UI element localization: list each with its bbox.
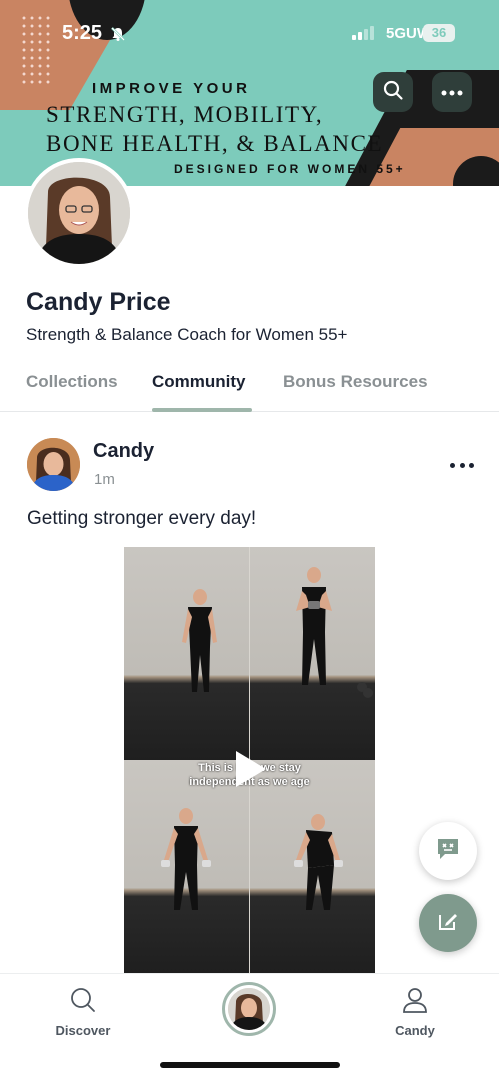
tab-bonus-resources[interactable]: Bonus Resources [283, 372, 428, 392]
nav-discover[interactable]: Discover [38, 986, 128, 1038]
nav-label: Candy [395, 1023, 435, 1038]
person-icon [401, 988, 429, 1018]
chat-bubble-icon [435, 836, 461, 867]
profile-avatar[interactable] [24, 158, 134, 268]
banner-line: BONE HEALTH, & BALANCE [46, 131, 384, 156]
avatar [228, 988, 270, 1030]
nav-profile[interactable]: Candy [370, 986, 460, 1038]
video-frame [124, 760, 249, 973]
active-tab-indicator [152, 408, 252, 412]
profile-tabs: Collections Community Bonus Resources [0, 370, 499, 412]
post-text: Getting stronger every day! [27, 508, 257, 529]
home-indicator [160, 1062, 340, 1068]
status-bar: 5:25 5GUW 36 [0, 22, 499, 46]
ellipsis-icon [450, 462, 455, 468]
search-icon [69, 988, 97, 1018]
video-frame [250, 547, 375, 760]
search-button[interactable] [373, 72, 413, 112]
nav-community-avatar[interactable] [222, 982, 276, 1036]
tab-collections[interactable]: Collections [26, 372, 118, 392]
ellipsis-dot [469, 462, 474, 468]
avatar [28, 162, 130, 264]
profile-tagline: Strength & Balance Coach for Women 55+ [26, 325, 348, 344]
banner-line: STRENGTH, MOBILITY, [46, 102, 324, 127]
bell-muted-icon [110, 26, 126, 47]
play-icon[interactable] [232, 749, 268, 794]
compose-post-button[interactable] [419, 894, 477, 952]
tab-community[interactable]: Community [152, 372, 246, 392]
video-frame [250, 760, 375, 973]
signal-icon [352, 26, 378, 45]
compose-icon [436, 909, 460, 938]
status-time: 5:25 [62, 22, 103, 44]
post-timestamp: 1m [94, 471, 115, 488]
search-icon [382, 79, 404, 106]
ellipsis-icon [441, 83, 463, 101]
post-author-name[interactable]: Candy [93, 440, 154, 463]
nav-label: Discover [55, 1023, 111, 1038]
banner-line: DESIGNED FOR WOMEN 55+ [174, 162, 406, 176]
more-options-button[interactable] [432, 72, 472, 112]
battery-icon: 36 [423, 24, 455, 42]
chat-button[interactable] [419, 822, 477, 880]
video-frame [124, 547, 249, 760]
post-author-avatar[interactable] [27, 438, 80, 491]
post-video[interactable]: This is how we stay independent as we ag… [124, 547, 375, 973]
post-options-button[interactable] [450, 458, 474, 472]
profile-name: Candy Price [26, 288, 171, 316]
ellipsis-dot [459, 462, 465, 468]
